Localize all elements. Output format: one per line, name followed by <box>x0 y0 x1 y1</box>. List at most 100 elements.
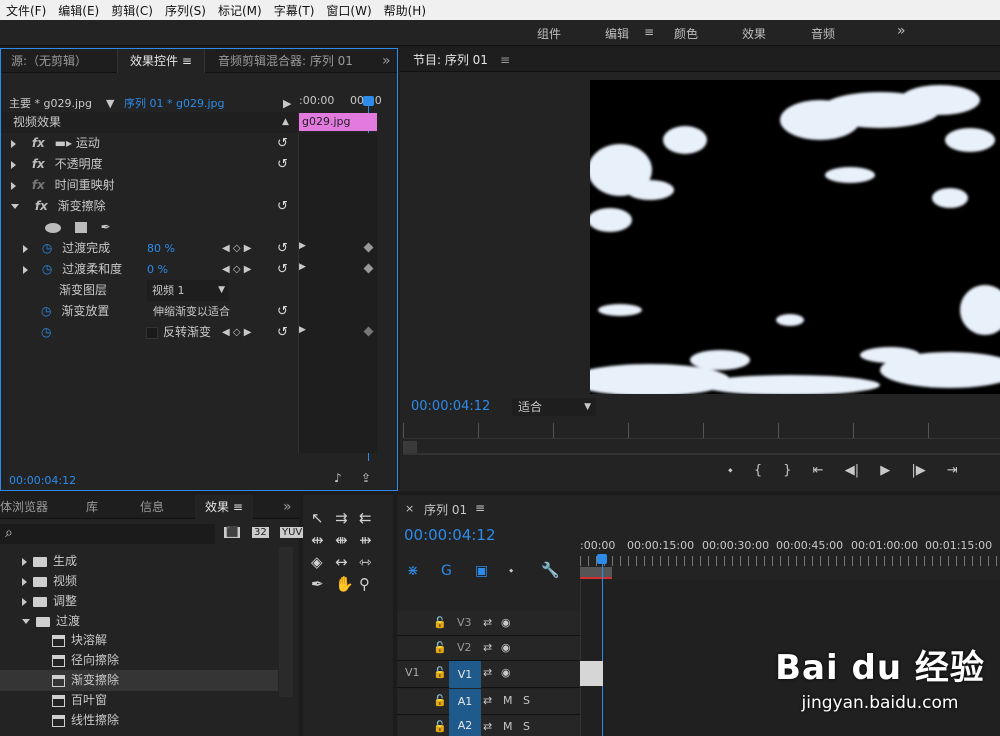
effect-time-remapping[interactable]: 时间重映射 <box>55 178 115 192</box>
panel-menu-icon[interactable]: ≡ <box>233 500 243 514</box>
tab-library[interactable]: 库 <box>86 495 98 519</box>
expand-time-remap-icon[interactable] <box>11 181 16 190</box>
program-title[interactable]: 节目: 序列 01 <box>413 48 488 72</box>
effect-controls-timecode[interactable]: 00:00:04:12 <box>9 474 76 487</box>
workspace-effects[interactable]: 效果 <box>742 25 766 42</box>
tab-effects[interactable]: 效果 ≡ <box>195 495 253 519</box>
sequence-clip-label[interactable]: 序列 01 * g029.jpg <box>124 93 224 114</box>
keyframe-nav-icon[interactable]: ◀ ◇ ▶ <box>222 322 251 343</box>
expand-folder-icon[interactable] <box>22 557 27 566</box>
stopwatch-icon[interactable]: ◷ <box>41 304 51 318</box>
hand-tool-icon[interactable]: ✋ <box>335 575 354 593</box>
program-timecode[interactable]: 00:00:04:12 <box>411 399 490 414</box>
track-target-a1[interactable]: A1 <box>449 689 481 715</box>
clip-v1[interactable] <box>580 661 603 686</box>
go-to-out-icon[interactable]: ⇥ <box>947 463 958 478</box>
transition-softness-value[interactable]: 0 % <box>147 259 168 280</box>
panel-menu-icon[interactable]: ≡ <box>500 48 510 72</box>
pen-tool-icon[interactable]: ✒ <box>311 575 324 593</box>
program-ruler[interactable] <box>403 423 1000 439</box>
ripple-edit-tool-icon[interactable]: ⇹ <box>311 531 324 549</box>
track-target-v1[interactable]: V1 <box>449 661 481 688</box>
expand-param-icon[interactable] <box>23 265 28 274</box>
rectangle-mask-icon[interactable] <box>74 222 87 233</box>
32bit-effects-icon[interactable]: 32 <box>252 527 269 538</box>
folder-generate[interactable]: 生成 <box>53 554 77 568</box>
panel-more-button[interactable]: » <box>382 49 391 73</box>
search-input[interactable]: ⌕ <box>0 524 215 544</box>
invert-checkbox[interactable] <box>146 327 158 339</box>
timeline-ruler[interactable] <box>580 556 1000 566</box>
rolling-edit-tool-icon[interactable]: ⇼ <box>335 531 348 549</box>
reset-icon[interactable]: ↺ <box>277 133 288 154</box>
workspace-assembly[interactable]: 组件 <box>537 25 561 42</box>
timeline-title[interactable]: 序列 01 <box>424 501 467 518</box>
workspace-menu-icon[interactable]: ≡ <box>644 25 654 39</box>
workspace-color[interactable]: 颜色 <box>674 25 698 42</box>
solo-button[interactable]: S <box>523 694 530 707</box>
mark-out-icon[interactable]: } <box>783 463 791 478</box>
rate-stretch-tool-icon[interactable]: ⇻ <box>359 531 372 549</box>
wrench-icon[interactable]: 🔧 <box>541 561 560 579</box>
folder-adjust[interactable]: 调整 <box>53 594 77 608</box>
expand-motion-icon[interactable] <box>11 139 16 148</box>
folder-transition[interactable]: 过渡 <box>56 614 80 628</box>
sync-icon[interactable]: ⇄ <box>483 666 492 679</box>
effect-radial-wipe[interactable]: 径向擦除 <box>71 653 119 667</box>
lock-icon[interactable]: 🔓 <box>433 694 447 707</box>
fx-icon[interactable]: fx <box>32 157 45 171</box>
fx-icon[interactable]: fx <box>32 136 45 150</box>
effect-linear-wipe[interactable]: 线性擦除 <box>71 713 119 727</box>
tab-info[interactable]: 信息 <box>140 495 164 519</box>
menu-sequence[interactable]: 序列(S) <box>159 2 212 19</box>
go-to-in-icon[interactable]: ⇤ <box>813 463 824 478</box>
collapse-folder-icon[interactable] <box>22 619 30 624</box>
expand-param-icon[interactable] <box>23 244 28 253</box>
menu-title[interactable]: 字幕(T) <box>268 2 321 19</box>
yuv-effects-icon[interactable]: YUV <box>280 527 305 538</box>
reset-icon[interactable]: ↺ <box>277 238 288 259</box>
step-back-icon[interactable]: ◀| <box>845 463 859 478</box>
panel-more-button[interactable]: » <box>283 495 292 519</box>
timeline-timecode[interactable]: 00:00:04:12 <box>404 526 496 544</box>
slip-tool-icon[interactable]: ↔ <box>335 553 348 571</box>
keyframe-nav-icon[interactable]: ◀ ◇ ▶ <box>222 259 251 280</box>
effect-venetian-blinds[interactable]: 百叶窗 <box>71 693 107 707</box>
fit-select[interactable]: 适合 ▼ <box>512 398 596 416</box>
collapse-gradient-wipe-icon[interactable] <box>11 204 19 209</box>
mark-in-icon[interactable]: { <box>754 463 762 478</box>
clip-bar[interactable]: g029.jpg <box>299 113 377 131</box>
track-select-tool-icon[interactable]: ⇉ <box>335 509 348 527</box>
zoom-scrollbar[interactable] <box>403 453 1000 455</box>
stopwatch-icon[interactable]: ◷ <box>42 241 52 255</box>
gradient-layer-select[interactable]: 视频 1 ▼ <box>147 280 229 301</box>
zoom-tool-icon[interactable]: ⚲ <box>359 575 370 593</box>
lock-icon[interactable]: 🔓 <box>433 641 447 654</box>
add-marker-icon[interactable]: ▣ <box>475 563 488 579</box>
scrollbar[interactable] <box>279 547 293 697</box>
tab-media-browser[interactable]: 体浏览器 <box>0 495 48 519</box>
reset-icon[interactable]: ↺ <box>277 154 288 175</box>
reset-icon[interactable]: ↺ <box>277 301 288 322</box>
workspace-more-button[interactable]: » <box>897 23 906 39</box>
eye-icon[interactable]: ◉ <box>501 641 511 654</box>
track-target-a2[interactable]: A2 <box>449 715 481 736</box>
reset-icon[interactable]: ↺ <box>277 196 288 217</box>
eye-icon[interactable]: ◉ <box>501 616 511 629</box>
track-label[interactable]: V3 <box>457 616 472 629</box>
expand-folder-icon[interactable] <box>22 577 27 586</box>
track-select-backward-icon[interactable]: ⇇ <box>359 509 372 527</box>
panel-menu-icon[interactable]: ≡ <box>182 54 192 68</box>
stopwatch-icon[interactable]: ◷ <box>42 262 52 276</box>
filter-audio-icon[interactable]: ♪ <box>334 471 342 485</box>
menu-help[interactable]: 帮助(H) <box>378 2 432 19</box>
work-area-bar[interactable] <box>580 567 612 579</box>
source-patch-v1[interactable]: V1 <box>405 666 420 679</box>
tab-effect-controls[interactable]: 效果控件 ≡ <box>117 49 205 73</box>
selection-tool-icon[interactable]: ↖ <box>311 509 324 527</box>
expand-opacity-icon[interactable] <box>11 160 16 169</box>
menu-window[interactable]: 窗口(W) <box>320 2 377 19</box>
lock-icon[interactable]: 🔓 <box>433 720 447 733</box>
menu-clip[interactable]: 剪辑(C) <box>105 2 159 19</box>
add-marker-icon[interactable]: ⬩ <box>728 463 733 478</box>
